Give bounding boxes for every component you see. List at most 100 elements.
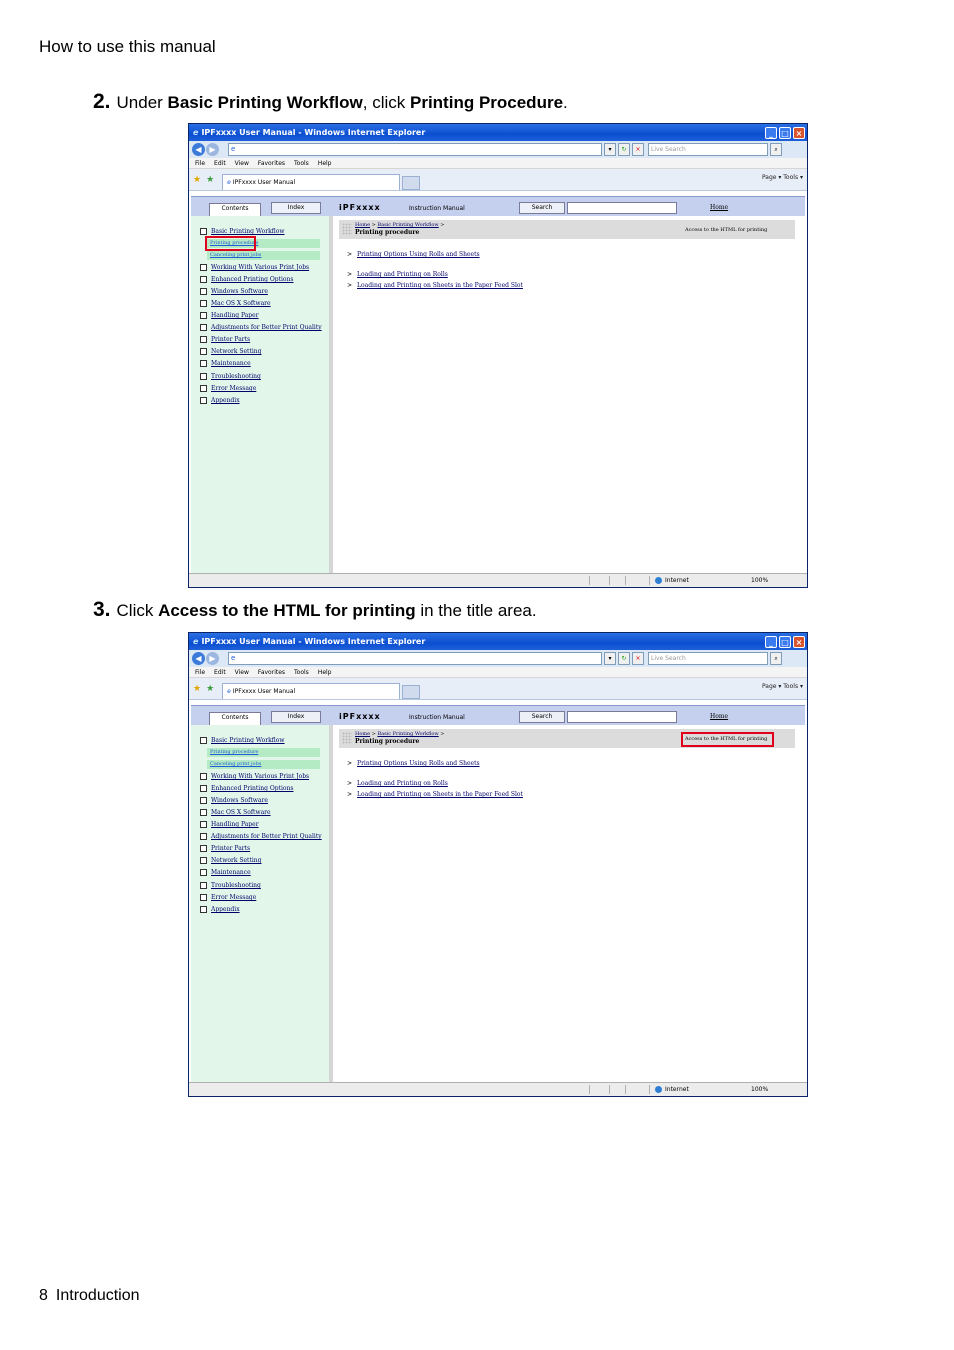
forward-icon[interactable]: ▶ xyxy=(206,143,219,156)
maximize-icon[interactable]: □ xyxy=(779,126,791,139)
forward-icon[interactable]: ▶ xyxy=(206,652,219,665)
maximize-icon[interactable]: □ xyxy=(779,635,791,648)
manual-search-input[interactable] xyxy=(567,202,677,214)
sidebar-item[interactable]: Mac OS X Software xyxy=(200,809,271,816)
sidebar-item-basic[interactable]: Basic Printing Workflow xyxy=(200,228,285,235)
menu-favorites[interactable]: Favorites xyxy=(258,669,285,676)
sidebar-item[interactable]: Handling Paper xyxy=(200,312,259,319)
breadcrumb-section[interactable]: Basic Printing Workflow xyxy=(377,731,438,737)
menu-view[interactable]: View xyxy=(235,160,249,167)
dropdown-icon[interactable]: ▾ xyxy=(604,652,616,665)
sidebar-item[interactable]: Printer Parts xyxy=(200,845,250,852)
minimize-icon[interactable]: _ xyxy=(765,635,777,648)
content-link[interactable]: > Printing Options Using Rolls and Sheets xyxy=(347,760,480,767)
browser-tab[interactable]: e IPFxxxx User Manual xyxy=(222,174,401,190)
add-favorites-icon[interactable]: ★ xyxy=(206,175,214,185)
ie-page-icon: e xyxy=(227,179,231,186)
menu-favorites[interactable]: Favorites xyxy=(258,160,285,167)
dropdown-icon[interactable]: ▾ xyxy=(604,143,616,156)
search-icon[interactable]: ⌕ xyxy=(770,143,782,156)
menu-tools[interactable]: Tools xyxy=(294,160,309,167)
sidebar-item[interactable]: Printer Parts xyxy=(200,336,250,343)
new-tab-button[interactable] xyxy=(402,685,421,699)
breadcrumb-home[interactable]: Home xyxy=(355,731,370,737)
menu-view[interactable]: View xyxy=(235,669,249,676)
sidebar-item[interactable]: Enhanced Printing Options xyxy=(200,785,294,792)
command-bar[interactable]: Page ▾ Tools ▾ xyxy=(762,174,803,181)
close-icon[interactable]: × xyxy=(793,635,805,648)
sidebar-item[interactable]: Adjustments for Better Print Quality xyxy=(200,833,322,840)
menu-file[interactable]: File xyxy=(195,669,205,676)
command-bar[interactable]: Page ▾ Tools ▾ xyxy=(762,683,803,690)
zoom-level[interactable]: 100% xyxy=(751,1086,768,1093)
content-link[interactable]: > Loading and Printing on Sheets in the P… xyxy=(347,791,523,798)
content-link[interactable]: > Loading and Printing on Rolls xyxy=(347,271,448,278)
sidebar-sub-canceling[interactable]: Canceling print jobs xyxy=(207,760,320,769)
sidebar-item[interactable]: Appendix xyxy=(200,906,240,913)
browser-tab[interactable]: e IPFxxxx User Manual xyxy=(222,683,401,699)
menu-help[interactable]: Help xyxy=(318,160,332,167)
menu-file[interactable]: File xyxy=(195,160,205,167)
home-link[interactable]: Home xyxy=(710,713,728,720)
sidebar-item[interactable]: Network Setting xyxy=(200,857,261,864)
content-link[interactable]: > Printing Options Using Rolls and Sheets xyxy=(347,251,480,258)
sidebar-item[interactable]: Windows Software xyxy=(200,288,268,295)
breadcrumb-section[interactable]: Basic Printing Workflow xyxy=(377,222,438,228)
sidebar-sub-canceling[interactable]: Canceling print jobs xyxy=(207,251,320,260)
address-input[interactable]: e xyxy=(228,652,602,665)
window-titlebar: e IPFxxxx User Manual - Windows Internet… xyxy=(189,124,807,141)
manual-search-input[interactable] xyxy=(567,711,677,723)
live-search-input[interactable]: Live Search xyxy=(648,652,768,665)
sidebar-item[interactable]: Adjustments for Better Print Quality xyxy=(200,324,322,331)
content-link[interactable]: > Loading and Printing on Rolls xyxy=(347,780,448,787)
add-favorites-icon[interactable]: ★ xyxy=(206,684,214,694)
close-icon[interactable]: × xyxy=(793,126,805,139)
stop-icon[interactable]: × xyxy=(632,652,644,665)
sidebar-item[interactable]: Windows Software xyxy=(200,797,268,804)
sidebar-sub-printing-procedure[interactable]: Printing procedure xyxy=(207,748,320,757)
refresh-icon[interactable]: ↻ xyxy=(618,652,630,665)
search-icon[interactable]: ⌕ xyxy=(770,652,782,665)
new-tab-button[interactable] xyxy=(402,176,421,190)
address-input[interactable]: e xyxy=(228,143,602,156)
back-icon[interactable]: ◀ xyxy=(192,652,205,665)
favorites-star-icon[interactable]: ★ xyxy=(193,684,201,694)
search-button[interactable]: Search xyxy=(519,711,565,723)
contents-tab[interactable]: Contents xyxy=(209,712,261,725)
sidebar-item[interactable]: Troubleshooting xyxy=(200,882,261,889)
back-icon[interactable]: ◀ xyxy=(192,143,205,156)
menu-tools[interactable]: Tools xyxy=(294,669,309,676)
stop-icon[interactable]: × xyxy=(632,143,644,156)
sidebar-item[interactable]: Working With Various Print Jobs xyxy=(200,264,309,271)
minimize-icon[interactable]: _ xyxy=(765,126,777,139)
content-link[interactable]: > Loading and Printing on Sheets in the P… xyxy=(347,282,523,289)
sidebar-item-label: Adjustments for Better Print Quality xyxy=(211,833,322,840)
favorites-star-icon[interactable]: ★ xyxy=(193,175,201,185)
sidebar-item-basic[interactable]: Basic Printing Workflow xyxy=(200,737,285,744)
index-tab[interactable]: Index xyxy=(271,202,321,214)
breadcrumb: Home > Basic Printing Workflow > xyxy=(355,222,445,228)
breadcrumb-home[interactable]: Home xyxy=(355,222,370,228)
menu-help[interactable]: Help xyxy=(318,669,332,676)
sidebar-item[interactable]: Troubleshooting xyxy=(200,373,261,380)
menu-edit[interactable]: Edit xyxy=(214,669,226,676)
refresh-icon[interactable]: ↻ xyxy=(618,143,630,156)
zoom-level[interactable]: 100% xyxy=(751,577,768,584)
sidebar-item[interactable]: Enhanced Printing Options xyxy=(200,276,294,283)
sidebar-item[interactable]: Working With Various Print Jobs xyxy=(200,773,309,780)
search-button[interactable]: Search xyxy=(519,202,565,214)
sidebar-item[interactable]: Error Message xyxy=(200,894,256,901)
home-link[interactable]: Home xyxy=(710,204,728,211)
sidebar-item[interactable]: Network Setting xyxy=(200,348,261,355)
live-search-input[interactable]: Live Search xyxy=(648,143,768,156)
menu-edit[interactable]: Edit xyxy=(214,160,226,167)
sidebar-item[interactable]: Maintenance xyxy=(200,360,251,367)
sidebar-item[interactable]: Mac OS X Software xyxy=(200,300,271,307)
contents-tab[interactable]: Contents xyxy=(209,203,261,216)
sidebar-item[interactable]: Appendix xyxy=(200,397,240,404)
sidebar-item[interactable]: Maintenance xyxy=(200,869,251,876)
index-tab[interactable]: Index xyxy=(271,711,321,723)
access-html-link[interactable]: Access to the HTML for printing xyxy=(685,227,767,233)
sidebar-item[interactable]: Handling Paper xyxy=(200,821,259,828)
sidebar-item[interactable]: Error Message xyxy=(200,385,256,392)
